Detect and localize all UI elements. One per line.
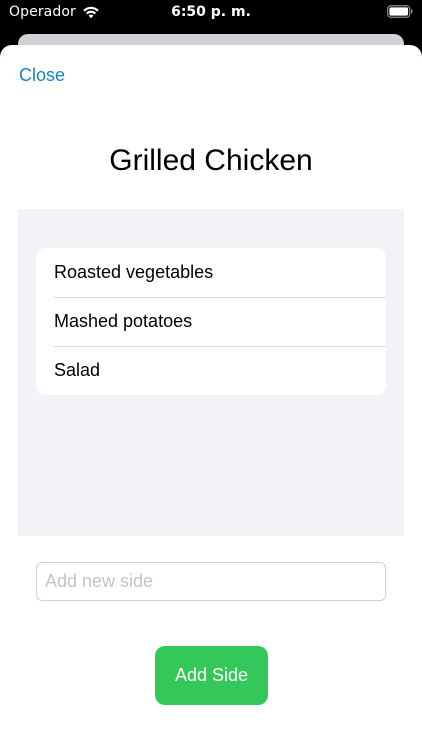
add-side-button[interactable]: Add Side <box>155 646 268 705</box>
new-side-input[interactable] <box>36 562 386 601</box>
battery-icon <box>387 5 413 18</box>
status-time: 6:50 p. m. <box>171 4 251 20</box>
list-item[interactable]: Roasted vegetables <box>36 248 386 297</box>
modal-sheet: Close Grilled Chicken Roasted vegetables… <box>0 45 422 750</box>
list-item[interactable]: Salad <box>36 346 386 395</box>
sides-list-container[interactable]: Roasted vegetables Mashed potatoes Salad <box>18 209 404 536</box>
page-title: Grilled Chicken <box>109 144 313 177</box>
status-bar: Operador 6:50 p. m. <box>0 0 422 28</box>
close-button[interactable]: Close <box>19 65 65 86</box>
list-item[interactable]: Mashed potatoes <box>36 297 386 346</box>
status-right <box>387 5 413 18</box>
sides-list: Roasted vegetables Mashed potatoes Salad <box>36 248 386 395</box>
